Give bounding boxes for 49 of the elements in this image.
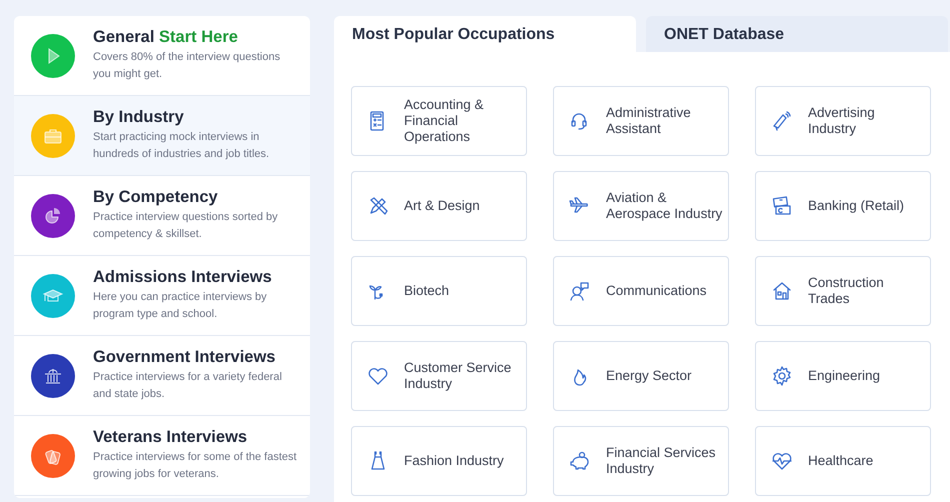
occupation-card[interactable]: Communications xyxy=(553,256,729,326)
category-item[interactable]: Government Interviews Practice interviews for a variety federal and state jobs. xyxy=(14,336,310,416)
category-description: Practice interviews for some of the fastest growing jobs for veterans. xyxy=(93,450,298,482)
category-description: Covers 80% of the interview questions you might get. xyxy=(93,50,282,82)
occupation-label: Advertising Industry xyxy=(808,105,876,137)
category-description: Practice interviews for a variety federal and state jobs. xyxy=(93,370,283,402)
occupation-label: Construction Trades xyxy=(808,275,885,307)
occupation-card[interactable]: Art & Design xyxy=(351,171,527,241)
occupation-card[interactable]: Aviation & Aerospace Industry xyxy=(553,171,729,241)
occupation-label: Communications xyxy=(606,283,707,299)
category-title: By Competency xyxy=(93,188,219,207)
occupation-card[interactable]: Construction Trades xyxy=(755,256,931,326)
category-title: General Start Here xyxy=(93,28,239,47)
occupation-label: Biotech xyxy=(404,283,450,299)
occupation-label: Customer Service Industry xyxy=(404,360,512,392)
occupation-card[interactable]: Accounting & Financial Operations xyxy=(351,86,527,156)
category-item[interactable]: Admissions Interviews Here you can practice interviews by program type and school. xyxy=(14,256,310,336)
category-title: Veterans Interviews xyxy=(93,428,248,447)
occupation-label: Energy Sector xyxy=(606,368,692,384)
occupation-label: Fashion Industry xyxy=(404,453,504,469)
occupation-label: Healthcare xyxy=(808,453,874,469)
occupation-label: Accounting & Financial Operations xyxy=(404,97,485,145)
category-description: Start practicing mock interviews in hundreds of industries and job titles. xyxy=(93,130,270,162)
category-item[interactable]: By Industry Start practicing mock interviews in hundreds of industries and job titles. xyxy=(14,96,310,176)
occupation-card[interactable]: Energy Sector xyxy=(553,341,729,411)
occupation-label: Engineering xyxy=(808,368,880,384)
tab[interactable]: ONET Database xyxy=(646,16,948,52)
occupation-card[interactable]: Healthcare xyxy=(755,426,931,496)
occupation-label: Art & Design xyxy=(404,198,480,214)
occupation-label: Administrative Assistant xyxy=(606,105,692,137)
occupation-card[interactable]: Biotech xyxy=(351,256,527,326)
occupation-card[interactable]: Customer Service Industry xyxy=(351,341,527,411)
category-item[interactable]: By Competency Practice interview questions sorted by competency & skillset. xyxy=(14,176,310,256)
category-description: Here you can practice interviews by program type and school. xyxy=(93,290,268,322)
category-title: Government Interviews xyxy=(93,348,276,367)
occupation-card[interactable]: Fashion Industry xyxy=(351,426,527,496)
tab[interactable]: Most Popular Occupations xyxy=(334,16,636,52)
occupation-label: Aviation & Aerospace Industry xyxy=(606,190,724,222)
category-item[interactable]: Veterans Interviews Practice interviews for some of the fastest growing jobs for veterans. xyxy=(14,416,310,496)
occupation-card[interactable]: Advertising Industry xyxy=(755,86,931,156)
occupation-card[interactable]: Engineering xyxy=(755,341,931,411)
category-title: Admissions Interviews xyxy=(93,268,273,287)
occupation-card[interactable]: Administrative Assistant xyxy=(553,86,729,156)
occupation-label: Financial Services Industry xyxy=(606,445,717,477)
occupation-card[interactable]: Financial Services Industry xyxy=(553,426,729,496)
occupation-label: Banking (Retail) xyxy=(808,198,904,214)
category-title: By Industry xyxy=(93,108,185,127)
occupation-card[interactable]: Banking (Retail) xyxy=(755,171,931,241)
category-description: Practice interview questions sorted by competency & skillset. xyxy=(93,210,279,242)
